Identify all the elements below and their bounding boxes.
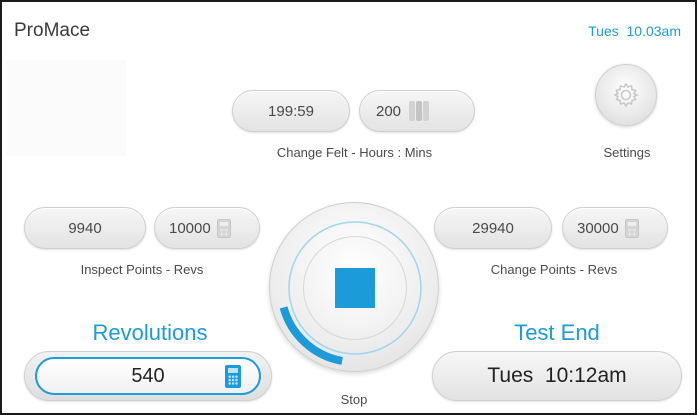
stop-control xyxy=(269,202,439,372)
revolutions-value: 540 xyxy=(131,364,165,387)
change-felt-label: Change Felt - Hours : Mins xyxy=(276,145,433,160)
app-window: ProMace Tues 10.03am 199:59 200 Change F… xyxy=(0,0,697,415)
calculator-icon xyxy=(624,218,639,238)
change-felt-hours-value: 199:59 xyxy=(268,102,314,120)
clock-display: Tues 10.03am xyxy=(588,23,681,39)
settings-label: Settings xyxy=(603,145,651,160)
test-end-title: Test End xyxy=(514,320,600,345)
inspect-points-current-display[interactable]: 9940 xyxy=(24,207,146,249)
revolutions-title: Revolutions xyxy=(92,320,208,345)
blank-panel xyxy=(6,60,126,156)
change-points-current-value: 29940 xyxy=(472,219,514,237)
change-felt-hours-display[interactable]: 199:59 xyxy=(232,90,350,132)
settings-button[interactable] xyxy=(595,64,657,126)
gear-icon xyxy=(613,82,639,108)
change-points-setpoint-button[interactable]: 30000 xyxy=(562,207,668,249)
inspect-points-current-value: 9940 xyxy=(68,219,102,237)
felt-roll-icon xyxy=(407,100,431,122)
calculator-icon[interactable] xyxy=(225,365,241,388)
inspect-points-label: Inspect Points - Revs xyxy=(80,262,204,277)
change-points-label: Change Points - Revs xyxy=(490,262,618,277)
inspect-points-setpoint-button[interactable]: 10000 xyxy=(154,207,260,249)
test-end-value: Tues 10:12am xyxy=(487,364,627,387)
app-title: ProMace xyxy=(14,20,91,41)
test-end-display[interactable]: Tues 10:12am xyxy=(432,351,682,401)
stop-icon xyxy=(335,268,375,308)
revolutions-input[interactable]: 540 xyxy=(35,357,261,395)
inspect-points-setpoint-value: 10000 xyxy=(169,219,211,237)
revolutions-field-frame: 540 xyxy=(24,351,272,401)
stop-button[interactable] xyxy=(303,236,407,340)
change-felt-setpoint-value: 200 xyxy=(376,102,402,120)
change-points-current-display[interactable]: 29940 xyxy=(434,207,552,249)
change-points-setpoint-value: 30000 xyxy=(577,219,619,237)
calculator-icon xyxy=(216,218,231,238)
stop-label: Stop xyxy=(340,392,368,407)
change-felt-setpoint-button[interactable]: 200 xyxy=(359,90,475,132)
